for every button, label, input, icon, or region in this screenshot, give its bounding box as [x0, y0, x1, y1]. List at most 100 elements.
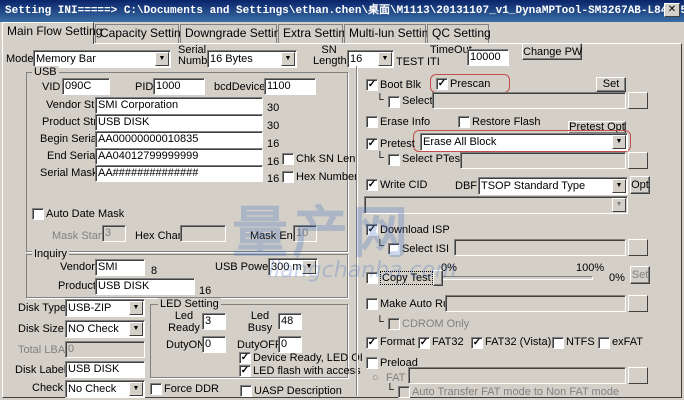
- select-ptest-browse-button[interactable]: [628, 152, 648, 169]
- mask-start-input[interactable]: 3: [102, 225, 126, 242]
- end-serial-input[interactable]: AA04012799999999: [95, 148, 263, 165]
- led-busy-input[interactable]: 48: [278, 313, 302, 330]
- exfat-checkbox[interactable]: [598, 337, 610, 349]
- led-busy-label: Led Busy: [247, 310, 273, 334]
- hex-number-label: Hex Number: [296, 171, 358, 183]
- force-ddr-checkbox[interactable]: [150, 383, 162, 395]
- fat-radio[interactable]: ○: [372, 372, 379, 384]
- chevron-down-icon: ▼: [612, 198, 626, 212]
- erase-info-checkbox[interactable]: [366, 116, 378, 128]
- product-str-input[interactable]: USB DISK: [95, 114, 263, 131]
- select-isp-input[interactable]: [454, 239, 626, 256]
- copy-test-set-button[interactable]: Set: [630, 266, 650, 284]
- serial-mask-length: 16: [267, 173, 280, 185]
- hex-char-input[interactable]: [180, 225, 226, 242]
- led-flash-checkbox[interactable]: ✓: [239, 365, 251, 377]
- tree-connector: └: [376, 152, 384, 164]
- prescan-checkbox[interactable]: ✓: [436, 78, 448, 90]
- inquiry-vendor-input[interactable]: SMI: [95, 259, 145, 276]
- select-path-input[interactable]: [432, 92, 626, 109]
- preload-checkbox[interactable]: [366, 357, 378, 369]
- vendor-str-label: Vendor Str: [46, 99, 98, 111]
- check-select[interactable]: No Check ▼: [65, 380, 145, 398]
- tree-connector: └: [386, 384, 394, 396]
- preload-path-input[interactable]: [408, 367, 626, 384]
- cdrom-only-checkbox[interactable]: [388, 318, 400, 330]
- serial-mask-input[interactable]: AA##############: [95, 165, 263, 182]
- pretest-checkbox[interactable]: ✓: [366, 138, 378, 150]
- chevron-down-icon: ▼: [155, 52, 169, 66]
- auto-date-mask-checkbox[interactable]: [32, 208, 44, 220]
- tab-main-flow-setting[interactable]: Main Flow Setting: [2, 22, 102, 44]
- dbf-select[interactable]: TSOP Standard Type ▼: [478, 177, 628, 195]
- bcd-device-label: bcdDevice: [214, 81, 266, 93]
- duty-on-input[interactable]: 0: [202, 336, 226, 353]
- chk-sn-len-label: Chk SN Len: [296, 153, 356, 165]
- change-pw-button[interactable]: Change PW: [522, 43, 582, 60]
- select-checkbox[interactable]: [388, 96, 400, 108]
- tree-connector: └: [376, 94, 384, 106]
- dbf-opt-button[interactable]: Opt: [630, 176, 650, 194]
- sn-length-select[interactable]: 16 ▼: [347, 50, 394, 68]
- chevron-down-icon: ▼: [612, 135, 626, 149]
- format-checkbox[interactable]: ✓: [366, 337, 378, 349]
- fat32-checkbox[interactable]: ✓: [418, 337, 430, 349]
- tab-qc-setting[interactable]: QC Setting: [427, 24, 491, 43]
- boot-blk-checkbox[interactable]: ✓: [366, 79, 378, 91]
- inquiry-product-input[interactable]: USB DISK: [95, 278, 195, 295]
- auto-run-path-input[interactable]: [445, 295, 626, 312]
- device-ready-checkbox[interactable]: ✓: [239, 352, 251, 364]
- select-ptest-checkbox[interactable]: [388, 154, 400, 166]
- restore-flash-checkbox[interactable]: [458, 116, 470, 128]
- select-label: Select: [402, 95, 433, 107]
- total-lba-input[interactable]: 0: [65, 341, 145, 358]
- ntfs-checkbox[interactable]: [552, 337, 564, 349]
- chk-sn-len-checkbox[interactable]: [282, 153, 294, 165]
- dbf-label: DBF: [455, 180, 477, 192]
- disk-type-select[interactable]: USB-ZIP ▼: [65, 299, 145, 317]
- make-auto-run-checkbox[interactable]: [366, 298, 378, 310]
- duty-off-input[interactable]: 0: [278, 336, 302, 353]
- pretest-mode-select[interactable]: Erase All Block ▼: [420, 133, 628, 151]
- chevron-down-icon: ▼: [378, 52, 392, 66]
- select-isp-browse-button[interactable]: [628, 239, 648, 256]
- auto-transfer-label: Auto Transfer FAT mode to Non FAT mode: [412, 386, 620, 398]
- led-ready-input[interactable]: 3: [202, 313, 226, 330]
- chevron-down-icon: ▼: [129, 382, 143, 396]
- serial-number-select[interactable]: 16 Bytes ▼: [207, 50, 297, 68]
- inquiry-vendor-label: Vendor: [60, 261, 95, 273]
- tab-extra-setting[interactable]: Extra Setting: [278, 24, 352, 43]
- preload-browse-button[interactable]: [628, 367, 648, 384]
- timeout-input[interactable]: 10000: [467, 49, 509, 66]
- disk-label-input[interactable]: USB DISK: [65, 361, 145, 378]
- hex-number-checkbox[interactable]: [282, 171, 294, 183]
- vid-input[interactable]: 090C: [62, 78, 110, 95]
- watermark-en: liangchanba.com: [268, 258, 457, 283]
- begin-serial-input[interactable]: AA00000000010835: [95, 131, 263, 148]
- vendor-str-input[interactable]: SMI Corporation: [95, 97, 263, 114]
- auto-run-browse-button[interactable]: [628, 295, 648, 312]
- select-browse-button[interactable]: [628, 92, 648, 109]
- pid-input[interactable]: 1000: [153, 78, 205, 95]
- select-ptest-input[interactable]: [460, 152, 626, 169]
- boot-set-button[interactable]: Set: [596, 77, 626, 92]
- tab-multi-lun-setting[interactable]: Multi-lun Setting: [344, 24, 435, 43]
- disk-size-select[interactable]: NO Check ▼: [65, 320, 145, 338]
- fat32-label: FAT32: [432, 336, 464, 348]
- tab-downgrade-setting[interactable]: Downgrade Setting: [180, 24, 287, 43]
- end-serial-length: 16: [267, 156, 280, 168]
- uasp-checkbox[interactable]: [240, 385, 252, 397]
- fat32-vista-checkbox[interactable]: ✓: [471, 337, 483, 349]
- tab-capacity-setting[interactable]: Capacity Setting: [95, 24, 187, 43]
- duty-on-label: DutyON: [166, 339, 206, 351]
- close-icon[interactable]: ✕: [664, 3, 680, 17]
- make-auto-run-label: Make Auto Run: [380, 298, 456, 310]
- product-str-label: Product Str: [42, 116, 98, 128]
- led-setting-title: LED Setting: [158, 298, 221, 310]
- auto-transfer-checkbox[interactable]: [398, 386, 410, 398]
- duty-off-label: DutyOFF: [237, 339, 282, 351]
- copy-test-slider-track[interactable]: [433, 276, 593, 280]
- bcd-device-input[interactable]: 1100: [264, 78, 316, 95]
- hex-char-label: Hex Char:: [135, 230, 185, 242]
- format-label: Format: [380, 336, 415, 348]
